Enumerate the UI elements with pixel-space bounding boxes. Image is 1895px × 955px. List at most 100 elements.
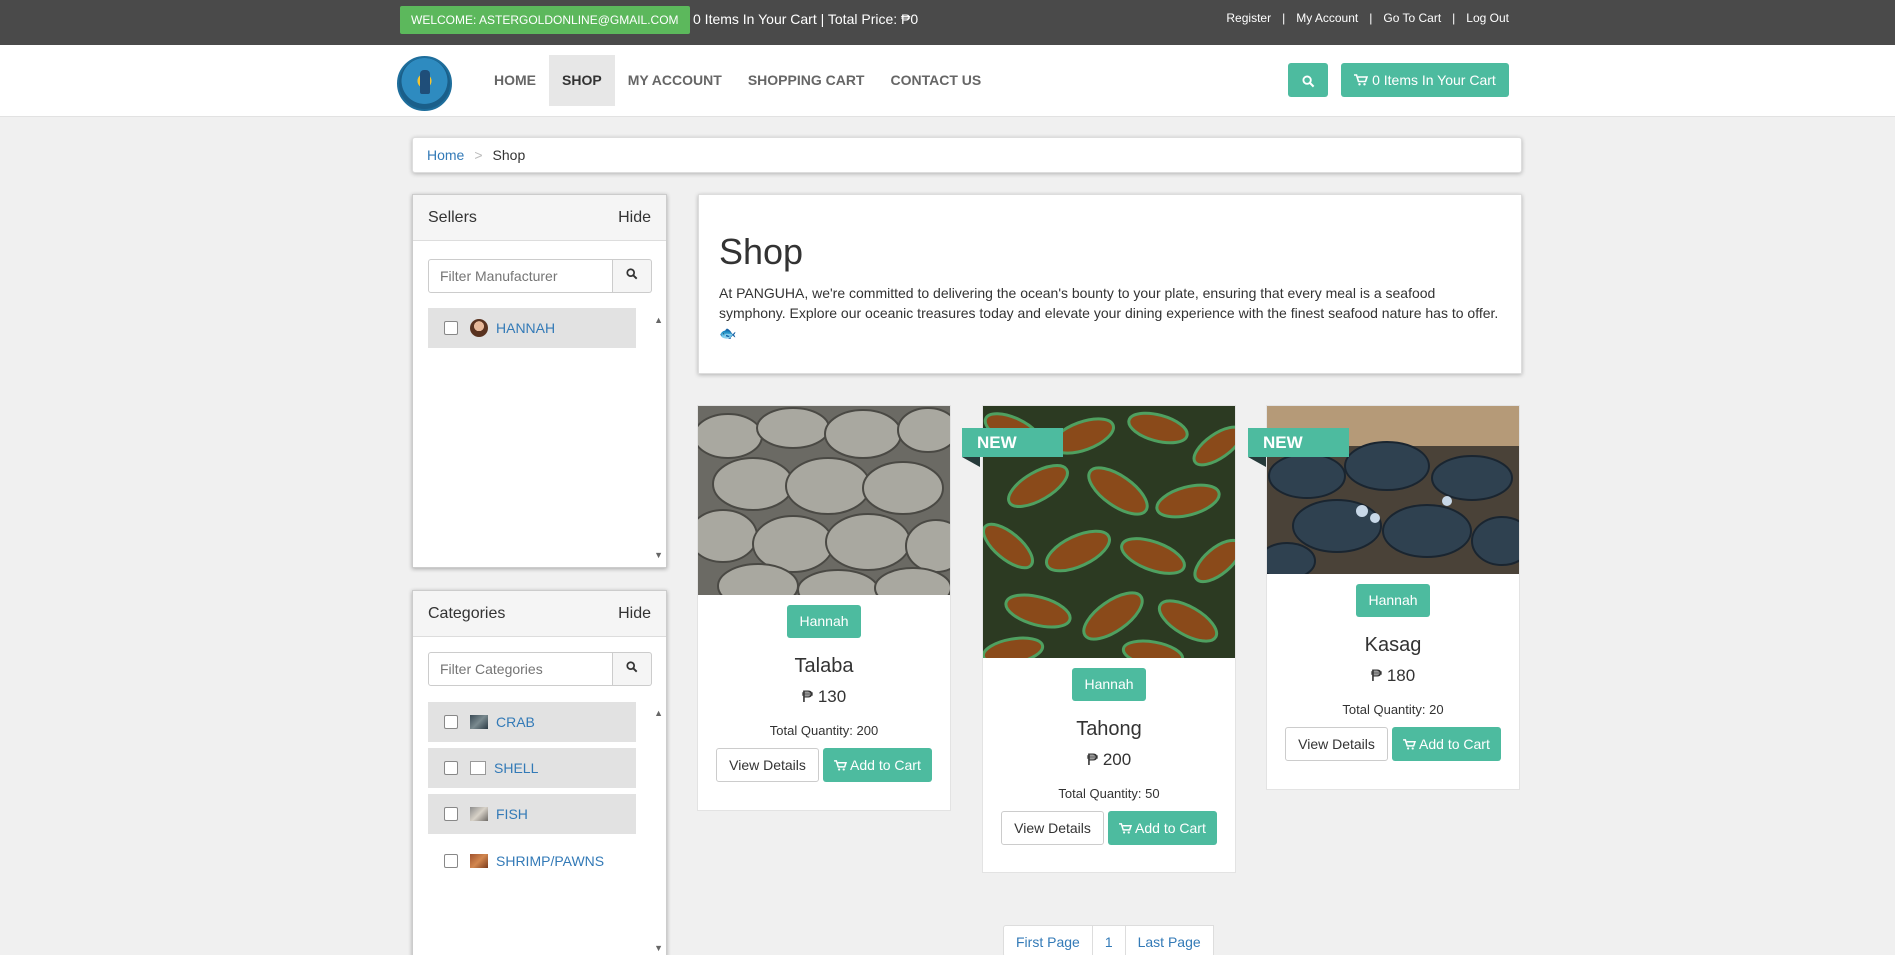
cart-icon <box>1402 739 1416 750</box>
view-details-button[interactable]: View Details <box>1285 727 1388 761</box>
seller-button[interactable]: Hannah <box>1072 668 1146 701</box>
product-actions: View Details Add to Cart <box>698 748 950 782</box>
seller-label[interactable]: HANNAH <box>496 320 555 336</box>
page-1-link[interactable]: 1 <box>1091 925 1126 955</box>
add-to-cart-label: Add to Cart <box>850 757 921 773</box>
shop-description: At PANGUHA, we're committed to deliverin… <box>719 285 1499 341</box>
product-actions: View Details Add to Cart <box>1267 727 1519 761</box>
product-quantity: Total Quantity: 20 <box>1342 702 1444 717</box>
sellers-panel-header: Sellers Hide <box>413 195 666 241</box>
main-navbar: HOME SHOP MY ACCOUNT SHOPPING CART CONTA… <box>0 45 1895 117</box>
seller-button[interactable]: Hannah <box>1356 584 1430 617</box>
breadcrumb-separator: > <box>474 147 483 163</box>
product-card: Hannah Talaba ₱ 130 Total Quantity: 200 … <box>697 405 951 811</box>
log-out-link[interactable]: Log Out <box>1466 11 1509 25</box>
filter-manufacturer-input[interactable] <box>428 259 613 293</box>
categories-panel: Categories Hide CRAB SHELL FISH SHRIMP/P… <box>412 590 667 955</box>
nav-home[interactable]: HOME <box>481 55 549 106</box>
register-link[interactable]: Register <box>1226 11 1271 25</box>
divider: | <box>1452 11 1456 25</box>
scroll-up-arrow[interactable]: ▲ <box>654 315 663 325</box>
product-actions: View Details Add to Cart <box>983 811 1235 845</box>
new-badge: NEW <box>1248 428 1349 457</box>
product-quantity: Total Quantity: 200 <box>769 723 879 738</box>
crab-thumbnail <box>470 715 488 729</box>
categories-filter-button[interactable] <box>613 652 652 686</box>
first-page-link[interactable]: First Page <box>1003 925 1093 955</box>
welcome-badge: WELCOME: ASTERGOLDONLINE@GMAIL.COM <box>400 6 690 34</box>
sellers-panel: Sellers Hide HANNAH ▲ ▼ <box>412 194 667 568</box>
scroll-down-arrow[interactable]: ▼ <box>654 943 663 953</box>
product-image-oysters[interactable] <box>698 406 950 595</box>
scroll-down-arrow[interactable]: ▼ <box>654 550 663 560</box>
categories-hide-button[interactable]: Hide <box>618 605 651 623</box>
search-icon <box>626 661 638 673</box>
sellers-hide-button[interactable]: Hide <box>618 209 651 227</box>
logo-figure <box>420 70 430 94</box>
seller-checkbox[interactable] <box>444 321 458 335</box>
page-title: Shop <box>719 231 804 272</box>
search-icon <box>626 268 638 280</box>
nav-my-account[interactable]: MY ACCOUNT <box>615 55 735 106</box>
my-account-link[interactable]: My Account <box>1296 11 1358 25</box>
nav-shopping-cart[interactable]: SHOPPING CART <box>735 55 878 106</box>
category-checkbox[interactable] <box>444 807 458 821</box>
go-to-cart-link[interactable]: Go To Cart <box>1383 11 1441 25</box>
pagination: First Page 1 Last Page <box>1003 925 1214 955</box>
product-price: ₱ 180 <box>1370 666 1416 685</box>
sellers-filter <box>428 259 652 293</box>
product-price: ₱ 200 <box>1086 750 1132 769</box>
divider: | <box>1282 11 1286 25</box>
view-details-button[interactable]: View Details <box>716 748 819 782</box>
view-details-button[interactable]: View Details <box>1001 811 1104 845</box>
product-name[interactable]: Kasag <box>1267 634 1519 657</box>
category-checkbox[interactable] <box>444 761 458 775</box>
product-price: ₱ 130 <box>801 687 847 706</box>
oysters-photo <box>698 406 950 595</box>
add-to-cart-label: Add to Cart <box>1419 736 1490 752</box>
ribbon-tail <box>962 457 980 467</box>
fish-thumbnail <box>470 807 488 821</box>
category-item-fish[interactable]: FISH <box>428 794 636 834</box>
category-checkbox[interactable] <box>444 854 458 868</box>
last-page-link[interactable]: Last Page <box>1124 925 1214 955</box>
search-icon <box>1301 75 1314 88</box>
category-label[interactable]: SHRIMP/PAWNS <box>496 853 604 869</box>
search-button[interactable] <box>1288 63 1328 97</box>
shop-intro: Shop At PANGUHA, we're committed to deli… <box>698 194 1522 374</box>
seller-item-hannah[interactable]: HANNAH <box>428 308 636 348</box>
breadcrumb-current: Shop <box>492 147 526 163</box>
product-name[interactable]: Tahong <box>983 718 1235 741</box>
category-item-shrimp[interactable]: SHRIMP/PAWNS <box>428 841 636 881</box>
divider: | <box>1369 11 1373 25</box>
nav-shop[interactable]: SHOP <box>549 55 615 106</box>
category-checkbox[interactable] <box>444 715 458 729</box>
category-label[interactable]: CRAB <box>496 714 535 730</box>
add-to-cart-button[interactable]: Add to Cart <box>1107 811 1217 845</box>
product-name[interactable]: Talaba <box>698 655 950 678</box>
cart-button[interactable]: 0 Items In Your Cart <box>1341 63 1509 97</box>
category-label[interactable]: SHELL <box>494 760 538 776</box>
seller-button[interactable]: Hannah <box>787 605 861 638</box>
product-card: NEW Hannah Kasag ₱ 180 Total Quantity: 2… <box>1248 405 1520 790</box>
scroll-up-arrow[interactable]: ▲ <box>654 708 663 718</box>
sellers-filter-button[interactable] <box>613 259 652 293</box>
add-to-cart-button[interactable]: Add to Cart <box>822 748 932 782</box>
shrimp-thumbnail <box>470 854 488 868</box>
cart-icon <box>1118 823 1132 834</box>
category-item-shell[interactable]: SHELL <box>428 748 636 788</box>
category-label[interactable]: FISH <box>496 806 528 822</box>
broken-image-icon <box>470 761 486 775</box>
breadcrumb-home[interactable]: Home <box>427 147 464 163</box>
new-badge: NEW <box>962 428 1063 457</box>
site-logo[interactable] <box>397 56 452 111</box>
category-item-crab[interactable]: CRAB <box>428 702 636 742</box>
cart-icon <box>1354 74 1369 86</box>
categories-title: Categories <box>428 604 506 622</box>
top-links: Register | My Account | Go To Cart | Log… <box>1226 11 1509 25</box>
nav-contact-us[interactable]: CONTACT US <box>878 55 995 106</box>
breadcrumb: Home > Shop <box>412 137 1522 173</box>
main-nav: HOME SHOP MY ACCOUNT SHOPPING CART CONTA… <box>481 55 994 106</box>
filter-categories-input[interactable] <box>428 652 613 686</box>
add-to-cart-button[interactable]: Add to Cart <box>1391 727 1501 761</box>
